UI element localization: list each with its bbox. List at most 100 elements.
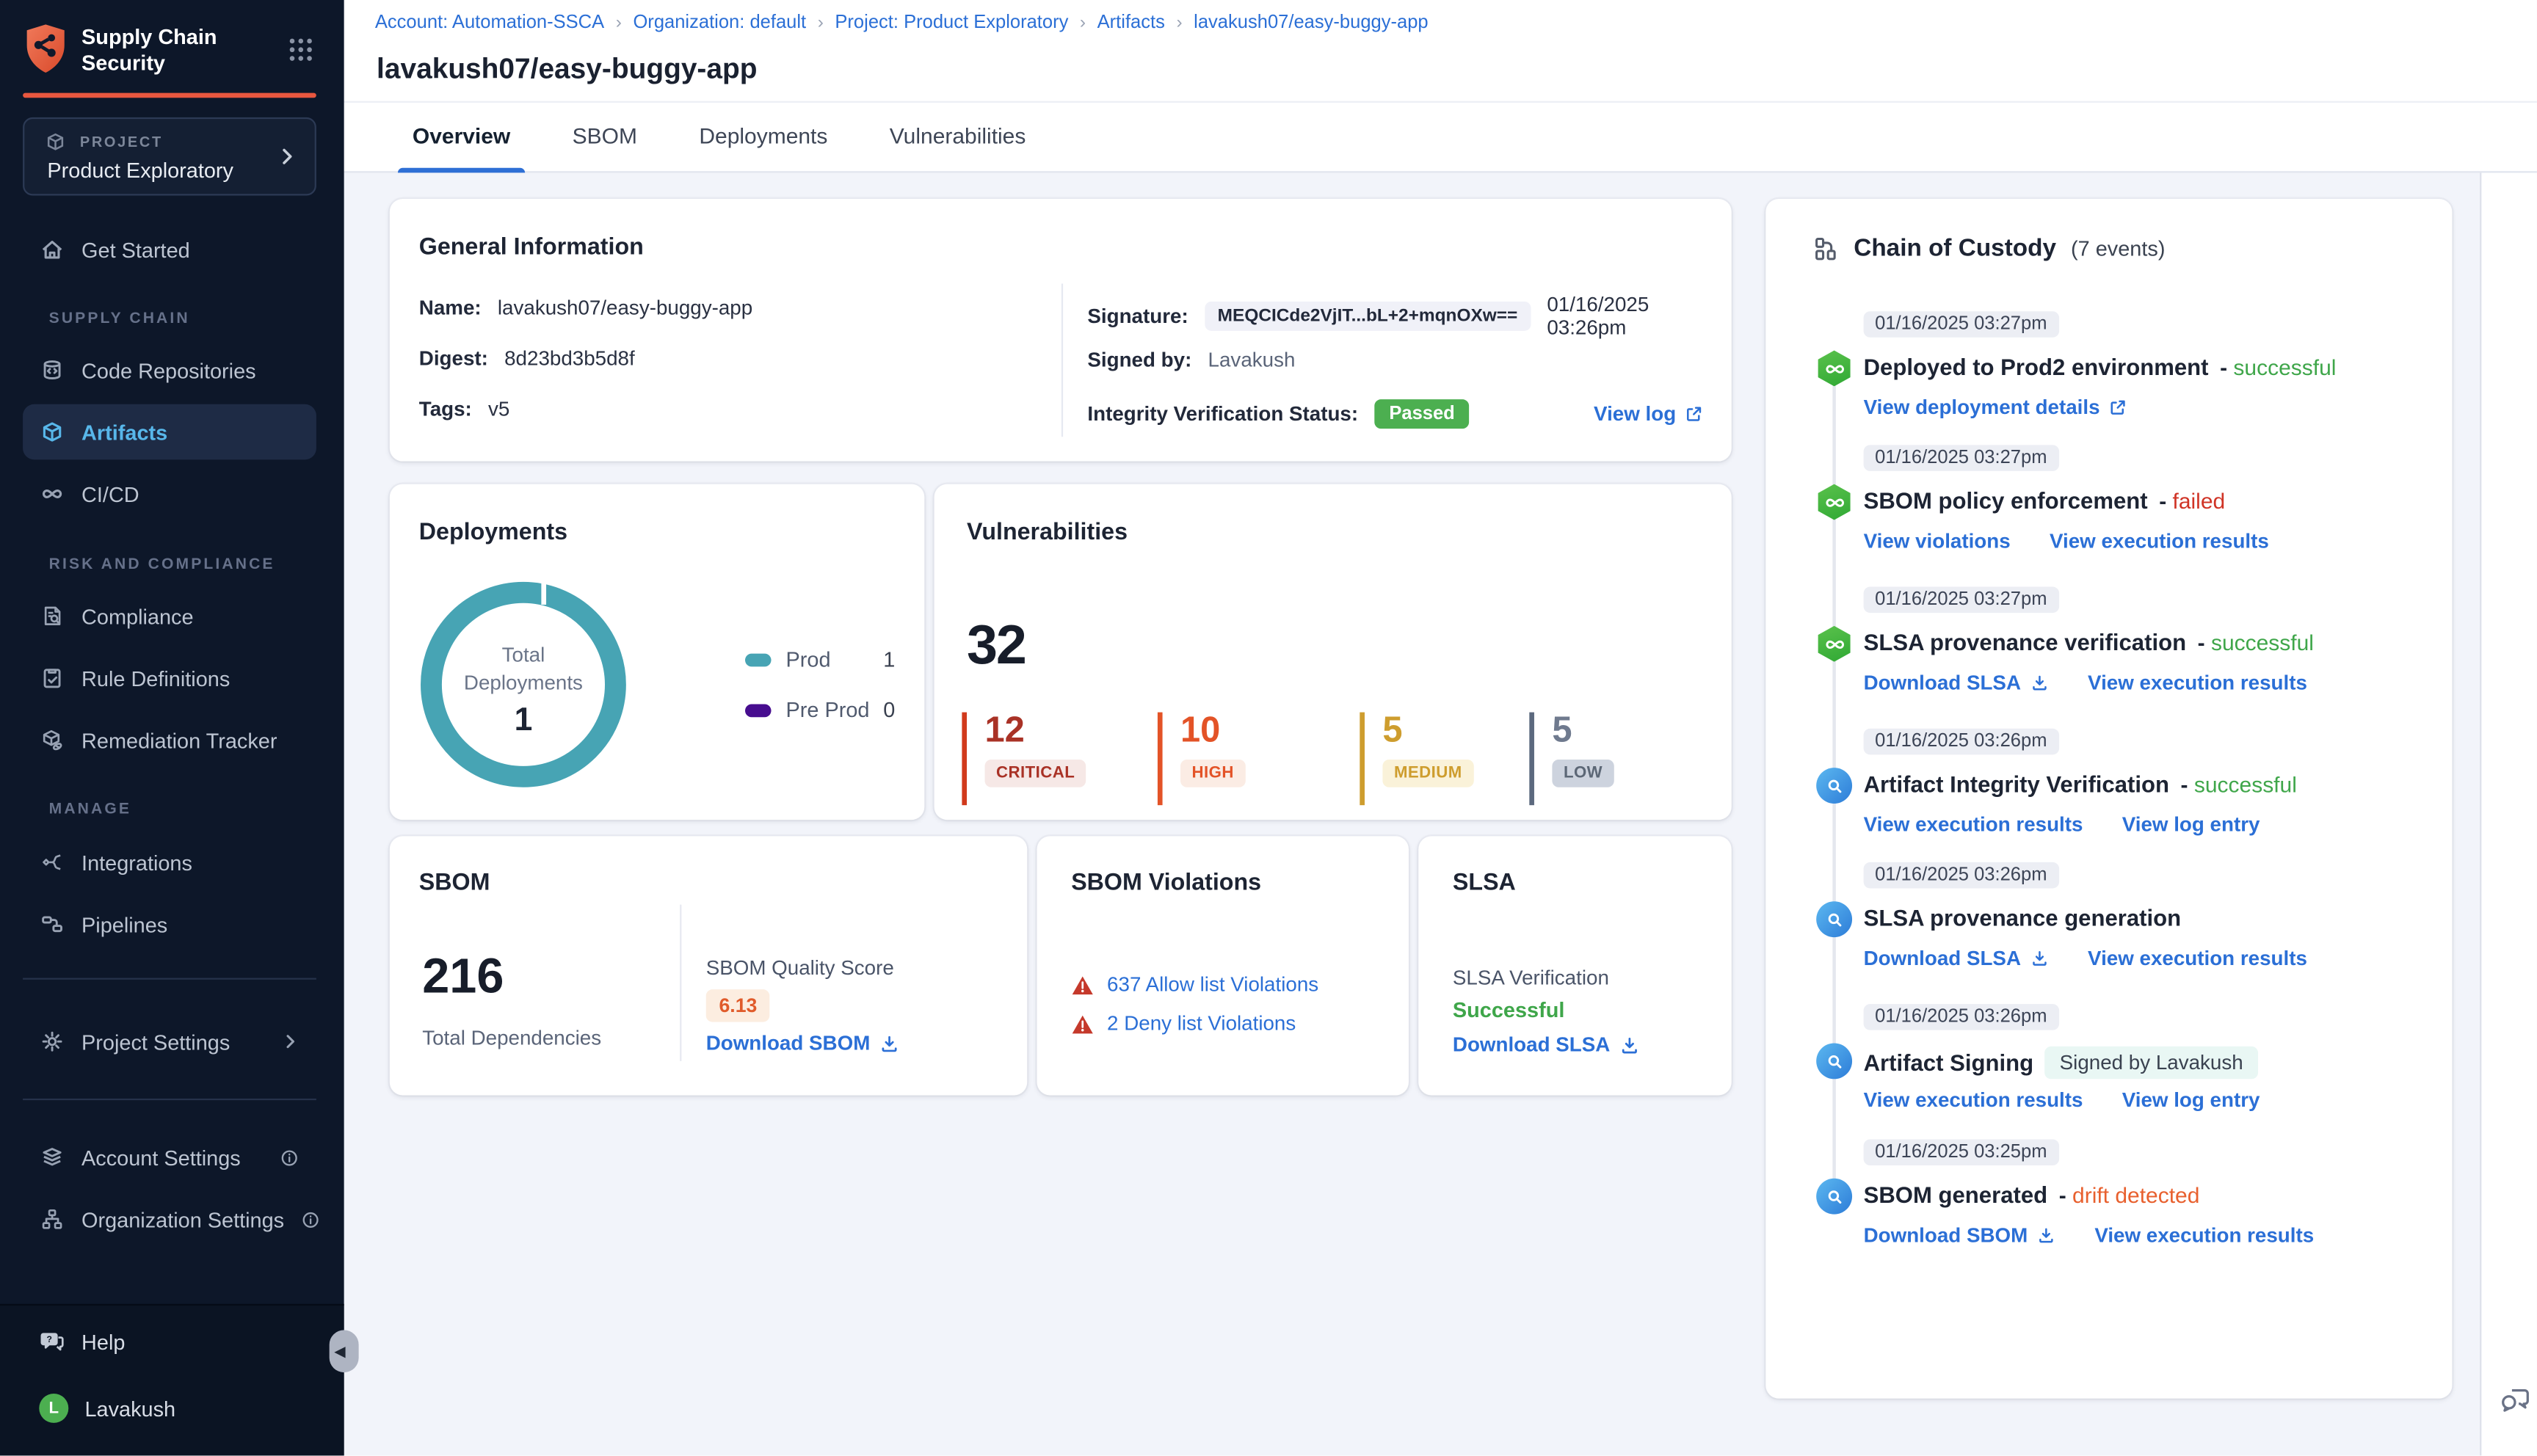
- download-sbom-link[interactable]: Download SBOM: [706, 1032, 900, 1055]
- view-log-entry-link[interactable]: View log entry: [2122, 813, 2260, 836]
- sidebar-item-organization-settings[interactable]: Organization Settings: [23, 1192, 319, 1248]
- clipboard-check-icon: [39, 665, 65, 691]
- warning-icon: [1072, 975, 1093, 994]
- integrity-status-label: Integrity Verification Status:: [1087, 402, 1359, 426]
- allow-list-violations-link[interactable]: 637 Allow list Violations: [1107, 973, 1318, 996]
- deny-list-violations-link[interactable]: 2 Deny list Violations: [1107, 1012, 1296, 1035]
- breadcrumb-separator: ›: [817, 12, 824, 33]
- sidebar-item-help[interactable]: ? Help: [23, 1314, 316, 1369]
- view-violations-link[interactable]: View violations: [1864, 530, 2011, 553]
- high-count: 10: [1180, 709, 1221, 750]
- legend-value: 1: [883, 647, 896, 672]
- tags-label: Tags:: [418, 397, 472, 421]
- page-header: Account: Automation-SSCA › Organization:…: [344, 0, 2537, 173]
- breadcrumb-artifacts[interactable]: Artifacts: [1097, 13, 1165, 33]
- user-menu[interactable]: L Lavakush: [23, 1380, 316, 1436]
- signed-by-label: Signed by:: [1087, 349, 1192, 372]
- scan-circle-icon: [1816, 768, 1853, 804]
- breadcrumb-separator: ›: [615, 12, 622, 33]
- view-execution-results-link[interactable]: View execution results: [1864, 813, 2083, 836]
- card-title: SBOM: [418, 870, 490, 897]
- card-title: Vulnerabilities: [967, 520, 1128, 547]
- breadcrumb-organization[interactable]: Organization: default: [633, 13, 806, 33]
- tab-vulnerabilities[interactable]: Vulnerabilities: [890, 114, 1026, 172]
- view-log-link[interactable]: View log: [1594, 403, 1704, 426]
- app-logo[interactable]: Supply Chain Security: [23, 23, 321, 79]
- project-selector[interactable]: PROJECT Product Exploratory: [23, 117, 316, 196]
- event-title: Artifact Signing: [1863, 1049, 2034, 1076]
- pre-prod-color-swatch: [744, 703, 772, 717]
- section-label-manage: MANAGE: [48, 800, 132, 818]
- signed-by-badge: Signed by Lavakush: [2044, 1046, 2258, 1080]
- avatar: L: [39, 1393, 69, 1423]
- card-title: SLSA: [1452, 870, 1516, 897]
- download-icon: [2032, 951, 2046, 966]
- sidebar-item-rule-definitions[interactable]: Rule Definitions: [23, 650, 316, 706]
- critical-count: 12: [984, 709, 1025, 750]
- card-title: Chain of Custody: [1854, 234, 2057, 263]
- sidebar-item-integrations[interactable]: Integrations: [23, 834, 316, 890]
- sidebar-item-account-settings[interactable]: Account Settings: [23, 1129, 316, 1185]
- tab-deployments[interactable]: Deployments: [699, 114, 827, 172]
- breadcrumb-current[interactable]: lavakush07/easy-buggy-app: [1194, 13, 1429, 33]
- download-slsa-link[interactable]: Download SLSA: [1864, 671, 2049, 694]
- sidebar-item-get-started[interactable]: Get Started: [23, 222, 316, 277]
- slsa-status: Successful: [1452, 997, 1565, 1022]
- download-slsa-link[interactable]: Download SLSA: [1453, 1033, 1639, 1056]
- vulnerabilities-card: Vulnerabilities 32 12 CRITICAL 10 HIGH 5…: [934, 484, 1732, 820]
- sidebar-item-compliance[interactable]: Compliance: [23, 589, 316, 644]
- event-status: failed: [2159, 488, 2226, 512]
- legend-item-pre-prod: Pre Prod 0: [744, 698, 895, 722]
- event-title: SLSA provenance generation: [1863, 904, 2182, 931]
- view-execution-results-link[interactable]: View execution results: [2088, 947, 2307, 969]
- event-title: SLSA provenance verification: [1863, 629, 2187, 655]
- sidebar-item-remediation-tracker[interactable]: Remediation Tracker: [23, 713, 316, 768]
- status-badge-passed: Passed: [1374, 399, 1470, 429]
- quality-score-label: SBOM Quality Score: [705, 956, 894, 980]
- download-icon: [881, 1035, 896, 1052]
- event-timestamp: 01/16/2025 03:25pm: [1863, 1139, 2059, 1166]
- legend-item-prod: Prod 1: [744, 647, 896, 672]
- pipeline-hexagon-icon: [1818, 484, 1851, 520]
- download-icon: [1621, 1036, 1636, 1053]
- event-timestamp: 01/16/2025 03:27pm: [1863, 586, 2059, 614]
- view-log-entry-link[interactable]: View log entry: [2122, 1089, 2260, 1112]
- digest-value: 8d23bd3b5d8f: [504, 347, 635, 371]
- tab-sbom[interactable]: SBOM: [573, 114, 637, 172]
- digest-label: Digest:: [418, 347, 488, 371]
- legend-label: Prod: [785, 647, 831, 672]
- feedback-chat-button[interactable]: [2498, 1382, 2534, 1418]
- view-deployment-details-link[interactable]: View deployment details: [1864, 396, 2128, 419]
- module-grid-icon[interactable]: [287, 36, 315, 64]
- view-execution-results-link[interactable]: View execution results: [2094, 1224, 2314, 1247]
- info-icon: [279, 1146, 300, 1168]
- view-execution-results-link[interactable]: View execution results: [2088, 671, 2307, 694]
- event-timestamp: 01/16/2025 03:26pm: [1863, 728, 2059, 755]
- breadcrumb-separator: ›: [1176, 12, 1183, 33]
- scan-circle-icon: [1816, 901, 1853, 938]
- breadcrumb-account[interactable]: Account: Automation-SSCA: [375, 13, 604, 33]
- artifact-name-value: lavakush07/easy-buggy-app: [497, 296, 753, 320]
- tab-overview[interactable]: Overview: [397, 114, 526, 173]
- view-execution-results-link[interactable]: View execution results: [2050, 530, 2269, 553]
- download-slsa-link[interactable]: Download SLSA: [1864, 947, 2049, 969]
- scan-circle-icon: [1816, 1178, 1853, 1215]
- collapse-arrow-icon: ◀: [334, 1342, 346, 1359]
- signature-date: 01/16/2025 03:26pm: [1547, 293, 1649, 339]
- breadcrumb-project[interactable]: Project: Product Exploratory: [835, 13, 1068, 33]
- sidebar: Supply Chain Security PROJECT Product Ex…: [0, 0, 344, 1456]
- sidebar-item-pipelines[interactable]: Pipelines: [23, 897, 316, 953]
- breadcrumb-separator: ›: [1079, 12, 1086, 33]
- gear-icon: [39, 1028, 65, 1055]
- sidebar-item-cicd[interactable]: CI/CD: [23, 466, 316, 522]
- view-execution-results-link[interactable]: View execution results: [1864, 1089, 2083, 1112]
- sidebar-item-project-settings[interactable]: Project Settings: [23, 1013, 316, 1069]
- sidebar-collapse-toggle[interactable]: ◀: [329, 1330, 359, 1373]
- chain-of-custody-header: Chain of Custody (7 events): [1812, 234, 2165, 263]
- sidebar-item-code-repositories[interactable]: Code Repositories: [23, 342, 316, 398]
- sidebar-item-artifacts[interactable]: Artifacts: [23, 404, 316, 460]
- download-sbom-link[interactable]: Download SBOM: [1864, 1224, 2055, 1247]
- header-divider: [344, 101, 2537, 103]
- event-title: Artifact Integrity Verification: [1863, 771, 2170, 798]
- severity-medium: 5 MEDIUM: [1360, 711, 1539, 806]
